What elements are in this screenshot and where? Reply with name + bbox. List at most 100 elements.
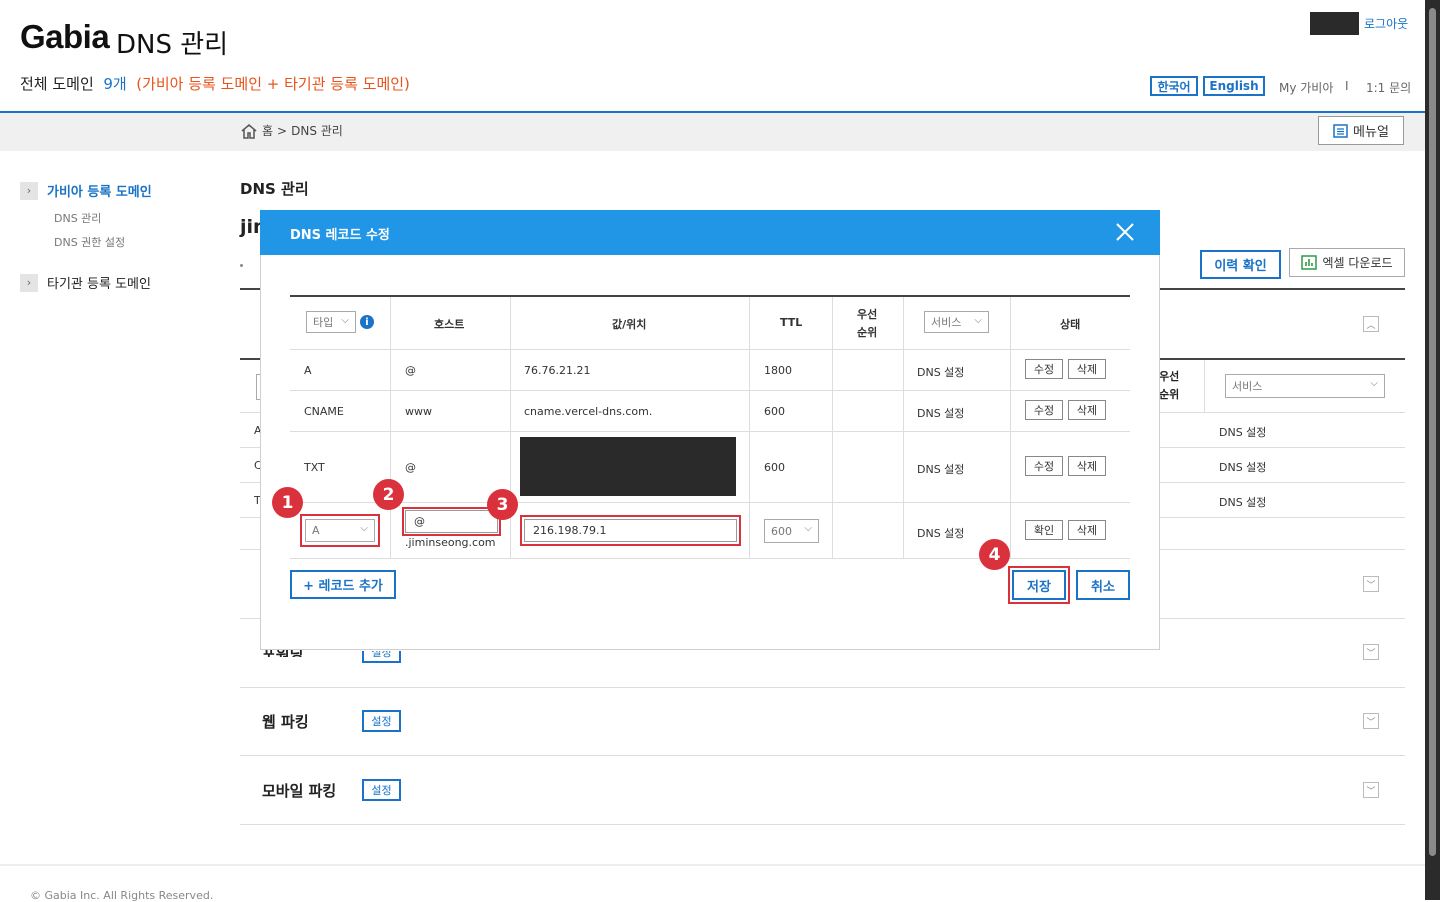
section-title-mobile-parking: 모바일 파킹 (262, 782, 337, 800)
step-badge-2: 2 (373, 479, 404, 510)
excel-download-button[interactable]: 엑셀 다운로드 (1289, 248, 1405, 277)
bg-priority-header: 우선 순위 (1159, 370, 1180, 401)
delete-button[interactable]: 삭제 (1068, 400, 1106, 420)
sidebar-group-label: 가비아 등록 도메인 (47, 185, 152, 200)
record-host: www (405, 405, 432, 418)
domain-summary: 전체 도메인 9개 (가비아 등록 도메인 + 타기관 등록 도메인) (20, 73, 410, 94)
logout-link[interactable]: 로그아웃 (1364, 15, 1408, 32)
sidebar-group-label: 타기관 등록 도메인 (47, 277, 151, 292)
record-service: DNS 설정 (917, 463, 965, 476)
redacted-txt-value (520, 437, 736, 496)
sidebar-group-other[interactable]: › 타기관 등록 도메인 (20, 273, 151, 292)
record-value: 76.76.21.21 (524, 364, 591, 377)
col-divider (390, 297, 391, 559)
modal-header: DNS 레코드 수정 (260, 210, 1160, 255)
step-badge-1: 1 (272, 487, 303, 518)
excel-label: 엑셀 다운로드 (1322, 256, 1393, 270)
section-divider (240, 687, 1405, 688)
record-service: DNS 설정 (917, 407, 965, 420)
delete-button[interactable]: 삭제 (1068, 456, 1106, 476)
sidebar-item-dns-manage[interactable]: DNS 관리 (54, 210, 101, 226)
close-icon[interactable] (1112, 219, 1138, 245)
record-type: TXT (304, 461, 325, 474)
record-host: @ (405, 364, 416, 377)
new-record-service: DNS 설정 (917, 527, 965, 540)
footer-divider (0, 864, 1425, 866)
chevron-down-icon[interactable]: ﹀ (1363, 644, 1379, 660)
sidebar-item-dns-permission[interactable]: DNS 권한 설정 (54, 234, 125, 250)
chevron-right-icon: › (20, 181, 38, 200)
delete-button[interactable]: 삭제 (1068, 359, 1106, 379)
history-button[interactable]: 이력 확인 (1200, 250, 1281, 279)
bullet (240, 264, 243, 267)
new-ttl-select[interactable]: 600 ⌵ (764, 519, 819, 543)
record-ttl: 600 (764, 461, 785, 474)
record-type: CNAME (304, 405, 344, 418)
page-title: DNS 관리 (240, 180, 309, 198)
ttl-header: TTL (780, 316, 803, 329)
row-line (290, 502, 1130, 503)
col-divider (749, 297, 750, 559)
step-badge-3: 3 (487, 489, 518, 520)
step-badge-4: 4 (979, 539, 1010, 570)
breadcrumb: 홈 > DNS 관리 (240, 122, 343, 139)
domain-label: 전체 도메인 (20, 75, 94, 93)
bg-col-divider (1204, 360, 1205, 412)
new-value-input[interactable]: 216.198.79.1 (524, 519, 737, 542)
col-divider (1010, 297, 1011, 559)
info-icon[interactable]: i (360, 315, 374, 329)
manual-button[interactable]: 메뉴얼 (1318, 116, 1404, 145)
breadcrumb-home[interactable]: 홈 (262, 122, 273, 139)
domain-desc: (가비아 등록 도메인 + 타기관 등록 도메인) (136, 75, 410, 93)
chevron-down-icon: ⌵ (804, 523, 812, 534)
service-filter-select[interactable]: 서비스 ⌵ (924, 311, 989, 333)
manual-label: 메뉴얼 (1353, 125, 1389, 140)
inquiry-link[interactable]: 1:1 문의 (1366, 79, 1411, 96)
new-host-input[interactable]: @ (405, 510, 498, 533)
chevron-down-icon[interactable]: ﹀ (1363, 713, 1379, 729)
confirm-button[interactable]: 확인 (1025, 520, 1063, 540)
priority-header: 우선 순위 (857, 308, 878, 339)
delete-button[interactable]: 삭제 (1068, 520, 1106, 540)
breadcrumb-sep: > (277, 123, 288, 138)
save-button[interactable]: 저장 (1012, 570, 1066, 600)
modal-table-top (290, 295, 1130, 297)
lang-korean-button[interactable]: 한국어 (1150, 76, 1198, 96)
edit-button[interactable]: 수정 (1025, 456, 1063, 476)
chevron-down-icon[interactable]: ﹀ (1363, 782, 1379, 798)
bg-service-cell: DNS 설정 (1219, 461, 1267, 474)
chevron-up-icon[interactable]: ︿ (1363, 316, 1379, 332)
new-type-select[interactable]: A ⌵ (305, 519, 375, 542)
section-divider (240, 755, 1405, 756)
new-type-value: A (312, 524, 320, 537)
excel-icon (1301, 255, 1318, 270)
cancel-button[interactable]: 취소 (1076, 570, 1130, 600)
section-divider (240, 824, 1405, 825)
type-filter-select[interactable]: 타입 ⌵ (306, 311, 356, 333)
bg-service-select[interactable]: 서비스 ⌵ (1225, 374, 1385, 398)
mobile-parking-set-button[interactable]: 설정 (362, 779, 401, 801)
bg-service-value: 서비스 (1232, 380, 1263, 393)
edit-button[interactable]: 수정 (1025, 359, 1063, 379)
chevron-down-icon[interactable]: ﹀ (1363, 576, 1379, 592)
record-ttl: 1800 (764, 364, 792, 377)
chevron-down-icon: ⌵ (1370, 378, 1378, 389)
brand-logo[interactable]: Gabia (20, 18, 110, 56)
lang-english-button[interactable]: English (1203, 76, 1265, 96)
row-line (290, 390, 1130, 391)
host-domain-suffix: .jiminseong.com (405, 536, 496, 549)
home-icon[interactable] (240, 123, 258, 139)
edit-button[interactable]: 수정 (1025, 400, 1063, 420)
sidebar-group-gabia[interactable]: › 가비아 등록 도메인 (20, 181, 152, 200)
user-name-redacted (1310, 12, 1359, 35)
my-gabia-link[interactable]: My 가비아 (1279, 79, 1333, 96)
document-icon (1333, 123, 1348, 138)
add-record-button[interactable]: + 레코드 추가 (290, 570, 396, 599)
new-host-value: @ (414, 515, 425, 528)
footer-copyright: © Gabia Inc. All Rights Reserved. (30, 889, 214, 902)
record-ttl: 600 (764, 405, 785, 418)
new-value-text: 216.198.79.1 (533, 524, 607, 537)
web-parking-set-button[interactable]: 설정 (362, 710, 401, 732)
scrollbar-thumb[interactable] (1429, 8, 1436, 856)
host-header: 호스트 (434, 318, 465, 331)
